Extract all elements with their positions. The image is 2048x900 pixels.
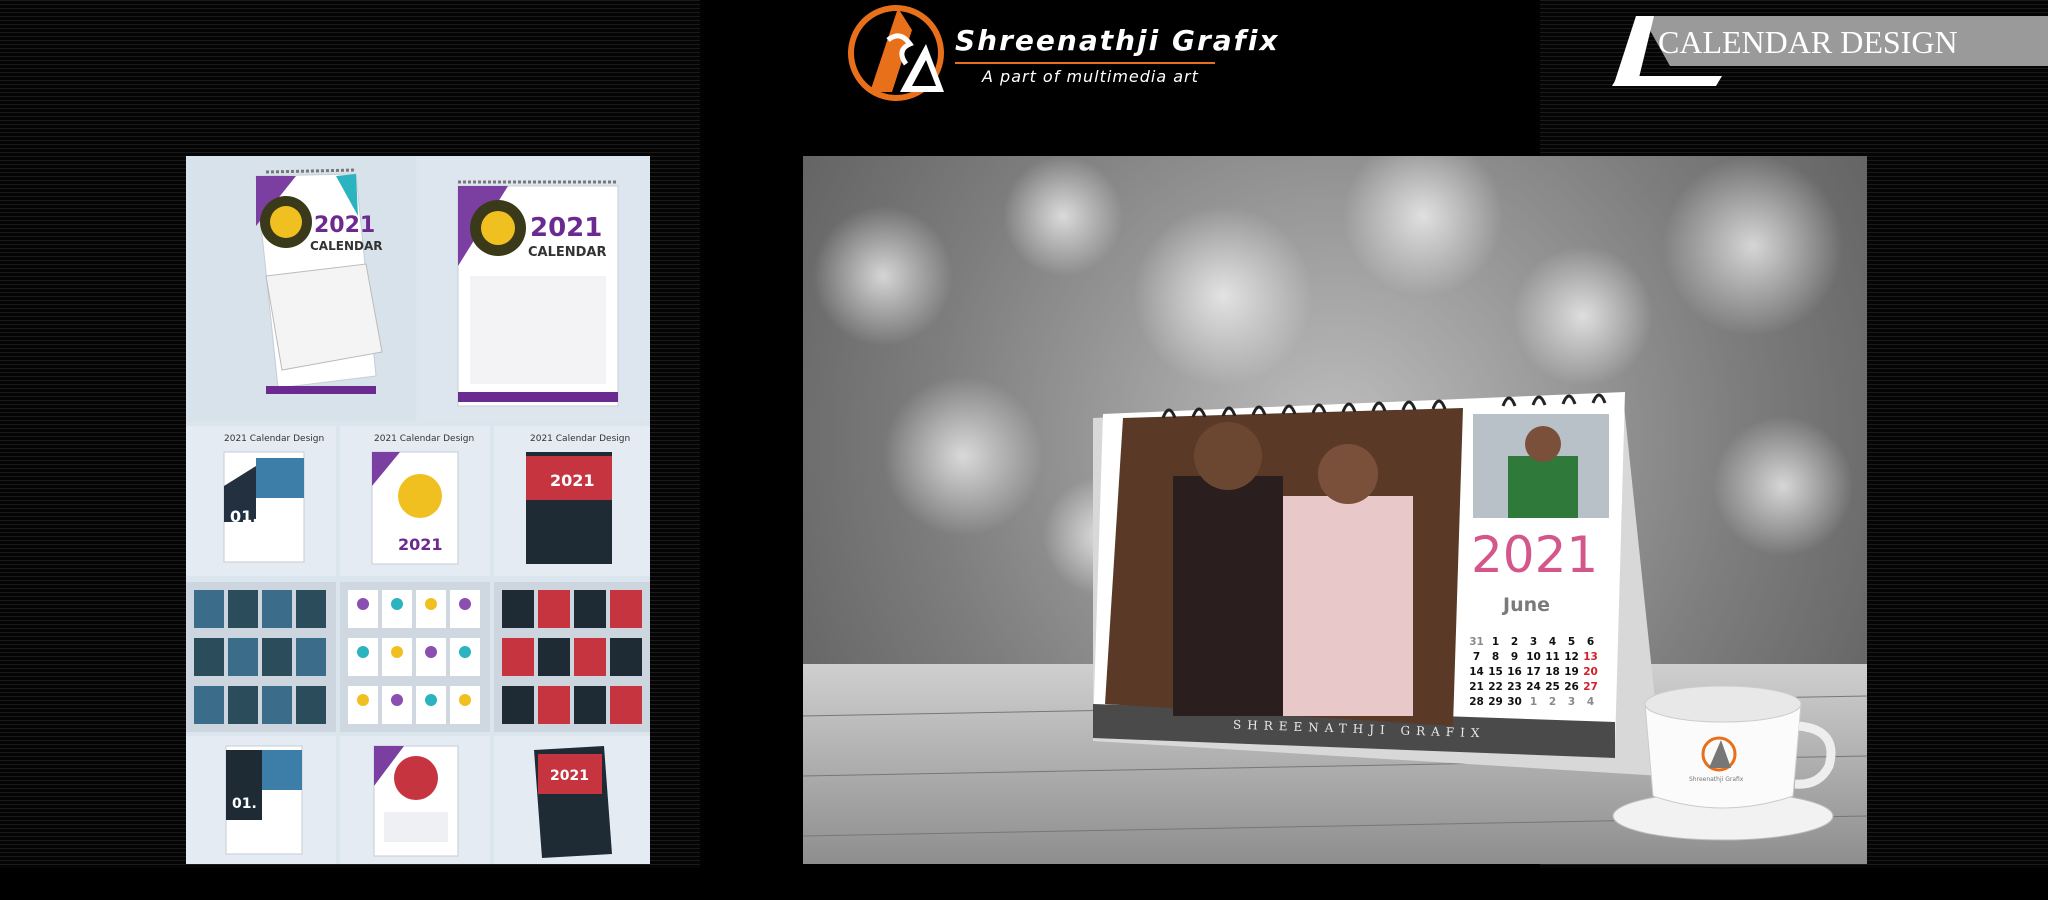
banner-title: CALENDAR DESIGN bbox=[1658, 24, 1958, 60]
calendar-e-illustration bbox=[373, 745, 459, 857]
calendar-week-row: 21 22 23 24 25 26 27 bbox=[1467, 681, 1600, 696]
calendar-day: 2 bbox=[1510, 636, 1519, 648]
calendar-day: 15 bbox=[1488, 666, 1503, 678]
calendar-day: 31 bbox=[1469, 636, 1484, 648]
collage-tile-c: 2021 Calendar Design 2021 bbox=[494, 426, 650, 576]
calendar-day: 3 bbox=[1567, 696, 1576, 708]
calendar-day: 17 bbox=[1526, 666, 1541, 678]
calendar-day: 22 bbox=[1488, 681, 1503, 693]
svg-text:2021: 2021 bbox=[314, 213, 375, 238]
collage-label: 2021 Calendar Design bbox=[530, 434, 631, 444]
calendar-year: 2021 bbox=[1471, 526, 1599, 584]
grid-c-illustration bbox=[502, 590, 642, 724]
calendar-day: 2 bbox=[1548, 696, 1557, 708]
cup-brand-text: Shreenathji Grafix bbox=[1689, 776, 1744, 783]
svg-text:2021: 2021 bbox=[550, 768, 589, 784]
poster-calendar-illustration: 2021 CALENDAR bbox=[457, 180, 619, 407]
collage-tile-poster-calendar: 2021 CALENDAR bbox=[418, 156, 650, 422]
svg-text:CALENDAR: CALENDAR bbox=[528, 245, 607, 260]
desk-scene-illustration bbox=[803, 156, 1867, 864]
calendar-day: 19 bbox=[1564, 666, 1579, 678]
calendar-date-grid: 31 1 2 3 4 5 6 7 8 9 10 11 12 13 14 15 16 17 18 19 20 21 22 23 2… bbox=[1467, 636, 1600, 711]
calendar-month: June bbox=[1503, 594, 1551, 616]
collage-tile-a: 2021 Calendar Design 01. bbox=[186, 426, 336, 576]
calendar-b-illustration: 2021 bbox=[371, 451, 459, 565]
calendar-day: 24 bbox=[1526, 681, 1541, 693]
collage-grid-b bbox=[340, 582, 490, 732]
bottom-bar bbox=[0, 868, 2048, 900]
collage-tile-d: 01. bbox=[186, 736, 336, 864]
calendar-week-row: 14 15 16 17 18 19 20 bbox=[1467, 666, 1600, 681]
calendar-week-row: 7 8 9 10 11 12 13 bbox=[1467, 651, 1600, 666]
calendar-day: 16 bbox=[1507, 666, 1522, 678]
calendar-collage-image: 2021 CALENDAR 2021 CALENDAR 2021 Calenda… bbox=[186, 156, 650, 864]
calendar-day: 9 bbox=[1510, 651, 1519, 663]
calendar-day: 5 bbox=[1567, 636, 1576, 648]
grid-b-illustration bbox=[348, 590, 480, 724]
calendar-week-row: 31 1 2 3 4 5 6 bbox=[1467, 636, 1600, 651]
calendar-day: 10 bbox=[1526, 651, 1541, 663]
calendar-day: 12 bbox=[1564, 651, 1579, 663]
calendar-day: 25 bbox=[1545, 681, 1560, 693]
calendar-day: 6 bbox=[1586, 636, 1595, 648]
desk-calendar-mockup-image: 2021 June 31 1 2 3 4 5 6 7 8 9 10 11 12 13 14 15 16 17 18 1… bbox=[803, 156, 1867, 864]
calendar-day: 27 bbox=[1583, 681, 1598, 693]
calendar-day: 23 bbox=[1507, 681, 1522, 693]
calendar-day: 4 bbox=[1586, 696, 1595, 708]
grid-a-illustration bbox=[194, 590, 326, 724]
svg-text:CALENDAR: CALENDAR bbox=[310, 239, 382, 253]
calendar-day: 1 bbox=[1491, 636, 1500, 648]
calendar-day: 18 bbox=[1545, 666, 1560, 678]
calendar-day: 20 bbox=[1583, 666, 1598, 678]
brand-name: Shreenathji Grafix bbox=[955, 24, 1280, 57]
calendar-day: 4 bbox=[1548, 636, 1557, 648]
wall-calendar-illustration: 2021 CALENDAR bbox=[255, 168, 383, 394]
calendar-day: 7 bbox=[1472, 651, 1481, 663]
calendar-day: 8 bbox=[1491, 651, 1500, 663]
calendar-day: 21 bbox=[1469, 681, 1484, 693]
svg-text:2021: 2021 bbox=[398, 535, 443, 554]
calendar-day: 30 bbox=[1507, 696, 1522, 708]
svg-text:2021: 2021 bbox=[530, 213, 602, 243]
calendar-day: 29 bbox=[1488, 696, 1503, 708]
calendar-week-row: 28 29 30 1 2 3 4 bbox=[1467, 696, 1600, 711]
calendar-day: 26 bbox=[1564, 681, 1579, 693]
calendar-f-illustration: 2021 bbox=[534, 746, 612, 858]
brand-tagline: A part of multimedia art bbox=[982, 67, 1199, 86]
collage-tile-b: 2021 Calendar Design 2021 bbox=[340, 426, 490, 576]
svg-text:01.: 01. bbox=[230, 507, 258, 526]
calendar-a-illustration: 01. bbox=[223, 451, 305, 563]
collage-label: 2021 Calendar Design bbox=[374, 434, 475, 444]
calendar-d-illustration: 01. bbox=[225, 745, 303, 855]
collage-tile-e bbox=[340, 736, 490, 864]
calendar-day: 14 bbox=[1469, 666, 1484, 678]
collage-label: 2021 Calendar Design bbox=[224, 434, 325, 444]
svg-text:01.: 01. bbox=[232, 796, 257, 812]
collage-tile-f: 2021 bbox=[494, 736, 650, 864]
collage-grid-a bbox=[186, 582, 336, 732]
calendar-day: 1 bbox=[1529, 696, 1538, 708]
calendar-day: 11 bbox=[1545, 651, 1560, 663]
calendar-day: 3 bbox=[1529, 636, 1538, 648]
calendar-day: 13 bbox=[1583, 651, 1598, 663]
calendar-day: 28 bbox=[1469, 696, 1484, 708]
svg-text:2021: 2021 bbox=[550, 471, 595, 490]
calendar-c-illustration: 2021 bbox=[526, 452, 612, 564]
collage-grid-c bbox=[494, 582, 650, 732]
brand-underline bbox=[955, 62, 1215, 64]
collage-tile-wall-calendar: 2021 CALENDAR bbox=[186, 156, 416, 422]
